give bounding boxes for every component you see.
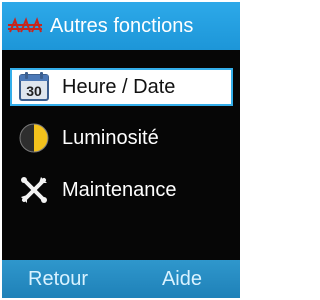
calendar-icon: 30 <box>19 72 49 101</box>
brand-logo-icon <box>8 17 42 33</box>
device-screen: Autres fonctions 30 Heure / Date Luminos… <box>2 2 240 298</box>
menu-item-heure-date[interactable]: 30 Heure / Date <box>10 68 233 106</box>
help-softkey[interactable]: Aide <box>162 268 202 291</box>
menu-list: 30 Heure / Date Luminosité Maintenance <box>2 68 240 222</box>
page-title: Autres fonctions <box>50 14 194 37</box>
menu-item-maintenance[interactable]: Maintenance <box>2 170 240 210</box>
calendar-day-number: 30 <box>26 83 42 99</box>
brightness-icon <box>19 123 49 153</box>
softkey-bar: Retour Aide <box>2 260 240 298</box>
device-frame: Autres fonctions 30 Heure / Date Luminos… <box>0 0 242 300</box>
menu-item-label: Luminosité <box>62 126 159 149</box>
menu-item-label: Maintenance <box>62 178 177 201</box>
back-softkey[interactable]: Retour <box>28 268 88 291</box>
menu-item-label: Heure / Date <box>62 75 176 98</box>
title-bar: Autres fonctions <box>2 2 240 50</box>
tools-icon <box>21 177 47 203</box>
menu-item-luminosite[interactable]: Luminosité <box>2 118 240 158</box>
